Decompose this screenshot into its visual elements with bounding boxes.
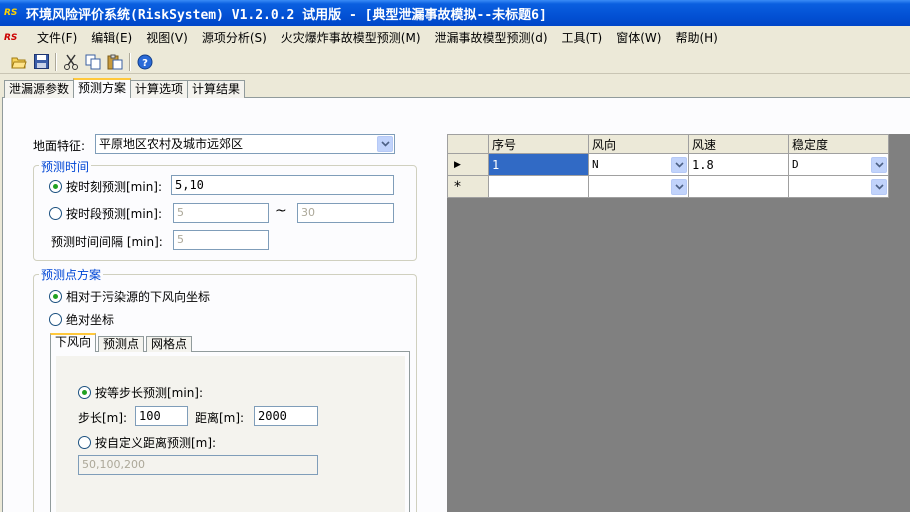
chevron-down-icon[interactable]	[671, 156, 687, 173]
by-period-label: 按时段预测[min]:	[66, 207, 163, 221]
menu-bar: RS 文件(F) 编辑(E) 视图(V) 源项分析(S) 火灾爆炸事故模型预测(…	[0, 26, 910, 50]
direction-cell[interactable]	[588, 175, 689, 198]
step-radio-label: 按等步长预测[min]:	[95, 386, 204, 400]
by-time-radio[interactable]: 按时刻预测[min]:	[49, 178, 162, 195]
radio-checked-icon[interactable]	[49, 290, 62, 303]
column-header[interactable]: 稳定度	[788, 134, 889, 154]
direction-cell[interactable]: N	[588, 153, 689, 176]
menu-fire-explosion[interactable]: 火灾爆炸事故模型预测(M)	[274, 28, 428, 48]
relative-coord-label: 相对于污染源的下风向坐标	[66, 290, 211, 304]
main-tabs: 泄漏源参数 预测方案 计算选项 计算结果	[0, 78, 246, 98]
title-bar: RS 环境风险评价系统(RiskSystem) V1.2.0.2 试用版 - […	[0, 0, 910, 26]
current-row-marker[interactable]: ▶	[447, 153, 489, 176]
prediction-point-title: 预测点方案	[39, 266, 104, 283]
radio-unchecked-icon[interactable]	[78, 436, 91, 449]
menu-file[interactable]: 文件(F)	[30, 28, 84, 48]
custom-distance-input[interactable]: 50,100,200	[78, 455, 318, 475]
stability-cell[interactable]: D	[788, 153, 889, 176]
absolute-coord-radio[interactable]: 绝对坐标	[49, 311, 114, 328]
weather-grid-area: 序号 风向 风速 稳定度 ▶ 1 N 1.8 D *	[447, 134, 910, 512]
copy-icon[interactable]	[82, 51, 104, 73]
radio-unchecked-icon[interactable]	[49, 313, 62, 326]
column-header[interactable]: 序号	[488, 134, 589, 154]
tab-calc-results[interactable]: 计算结果	[187, 80, 246, 98]
tab-prediction-points[interactable]: 预测点	[98, 336, 145, 352]
column-header[interactable]: 风速	[688, 134, 789, 154]
interval-label: 预测时间间隔 [min]:	[51, 235, 163, 249]
step-label: 步长[m]:	[78, 411, 128, 425]
menu-window[interactable]: 窗体(W)	[609, 28, 668, 48]
new-row-marker[interactable]: *	[447, 175, 489, 198]
window-title: 环境风险评价系统(RiskSystem) V1.2.0.2 试用版 - [典型泄…	[26, 7, 547, 23]
speed-cell[interactable]: 1.8	[688, 153, 789, 176]
by-time-input[interactable]: 5,10	[171, 175, 394, 195]
step-radio[interactable]: 按等步长预测[min]:	[78, 384, 203, 401]
tab-downwind[interactable]: 下风向	[50, 333, 97, 352]
toolbar-separator	[55, 52, 57, 71]
save-icon[interactable]	[30, 51, 52, 73]
terrain-value: 平原地区农村及城市远郊区	[99, 137, 244, 151]
index-cell[interactable]: 1	[488, 153, 589, 176]
tab-calc-options[interactable]: 计算选项	[130, 80, 189, 98]
distance-input[interactable]: 2000	[254, 406, 318, 426]
period-separator: ~	[275, 203, 287, 219]
chevron-down-icon[interactable]	[671, 178, 687, 195]
speed-cell[interactable]	[688, 175, 789, 198]
system-menu-icon[interactable]: RS	[4, 33, 24, 43]
menu-help[interactable]: 帮助(H)	[668, 28, 724, 48]
table-row[interactable]: ▶ 1 N 1.8 D	[447, 153, 889, 176]
svg-text:?: ?	[142, 58, 148, 69]
menu-view[interactable]: 视图(V)	[139, 28, 195, 48]
custom-distance-radio[interactable]: 按自定义距离预测[m]:	[78, 434, 216, 451]
grid-corner	[447, 134, 489, 154]
radio-checked-icon[interactable]	[49, 180, 62, 193]
custom-distance-label: 按自定义距离预测[m]:	[95, 436, 217, 450]
by-time-label: 按时刻预测[min]:	[66, 180, 163, 194]
cut-icon[interactable]	[60, 51, 82, 73]
interval-input[interactable]: 5	[173, 230, 269, 250]
radio-unchecked-icon[interactable]	[49, 207, 62, 220]
tab-grid-points[interactable]: 网格点	[146, 336, 193, 352]
chevron-down-icon[interactable]	[377, 136, 393, 152]
terrain-label: 地面特征:	[33, 139, 86, 153]
help-icon[interactable]: ?	[134, 51, 156, 73]
distance-label: 距离[m]:	[195, 411, 245, 425]
column-header[interactable]: 风向	[588, 134, 689, 154]
stability-value: D	[792, 157, 799, 171]
prediction-time-title: 预测时间	[39, 158, 92, 175]
grid-header-row: 序号 风向 风速 稳定度	[447, 134, 889, 154]
by-period-radio[interactable]: 按时段预测[min]:	[49, 205, 162, 222]
period-end-input[interactable]: 30	[297, 203, 394, 223]
relative-coord-radio[interactable]: 相对于污染源的下风向坐标	[49, 288, 210, 305]
absolute-coord-label: 绝对坐标	[66, 313, 115, 327]
menu-source-analysis[interactable]: 源项分析(S)	[195, 28, 274, 48]
radio-checked-icon[interactable]	[78, 386, 91, 399]
open-folder-icon[interactable]	[8, 51, 30, 73]
weather-grid: 序号 风向 风速 稳定度 ▶ 1 N 1.8 D *	[447, 134, 889, 198]
index-cell[interactable]	[488, 175, 589, 198]
step-input[interactable]: 100	[135, 406, 188, 426]
terrain-select[interactable]: 平原地区农村及城市远郊区	[95, 134, 395, 154]
menu-edit[interactable]: 编辑(E)	[84, 28, 139, 48]
chevron-down-icon[interactable]	[871, 178, 887, 195]
period-start-input[interactable]: 5	[173, 203, 269, 223]
menu-tools[interactable]: 工具(T)	[555, 28, 610, 48]
inner-tabs: 下风向 预测点 网格点	[50, 333, 194, 352]
paste-icon[interactable]	[104, 51, 126, 73]
menu-leak-prediction[interactable]: 泄漏事故模型预测(d)	[428, 28, 555, 48]
tab-leak-source[interactable]: 泄漏源参数	[4, 80, 75, 98]
direction-value: N	[592, 157, 599, 171]
chevron-down-icon[interactable]	[871, 156, 887, 173]
stability-cell[interactable]	[788, 175, 889, 198]
toolbar-separator	[129, 52, 131, 71]
toolbar: ?	[0, 50, 910, 74]
prediction-form: 地面特征: 平原地区农村及城市远郊区 预测时间 按时刻预测[min]: 5,10…	[8, 118, 436, 512]
table-row[interactable]: *	[447, 175, 889, 198]
app-icon: RS	[4, 8, 18, 18]
tab-prediction-plan[interactable]: 预测方案	[73, 78, 132, 98]
